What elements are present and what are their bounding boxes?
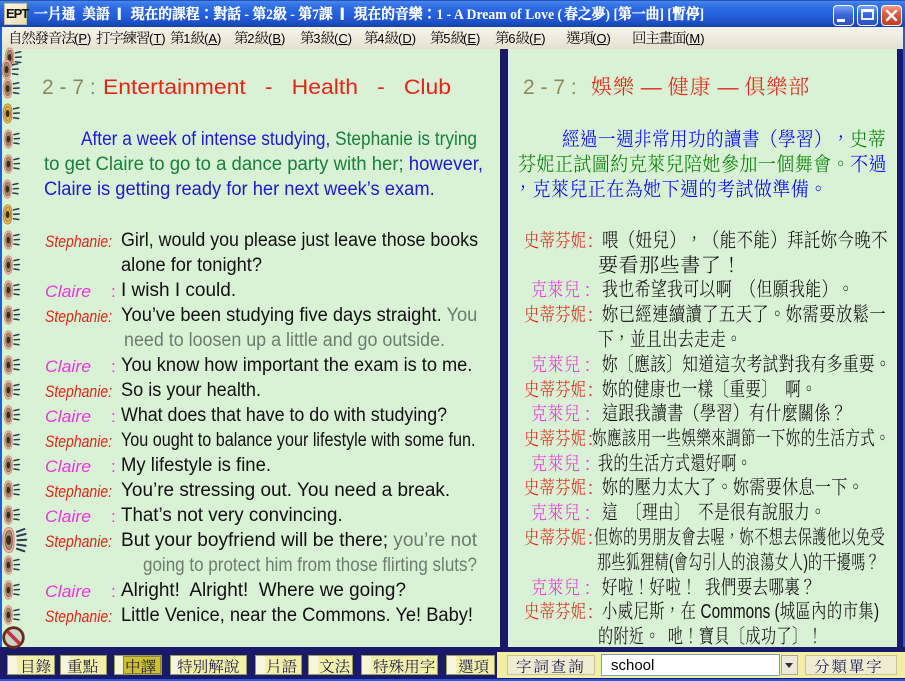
- svg-text:): ): [803, 550, 808, 573]
- svg-text:1: 1: [183, 31, 190, 46]
- svg-text:—: —: [718, 76, 739, 99]
- svg-text:6: 6: [508, 31, 515, 46]
- svg-text:5: 5: [443, 31, 450, 46]
- svg-text:7: 7: [312, 6, 319, 23]
- svg-text:2: 2: [266, 6, 273, 23]
- svg-text:—: —: [641, 76, 662, 99]
- svg-text:3: 3: [313, 31, 320, 46]
- svg-text:-: -: [244, 6, 249, 23]
- svg-text:4: 4: [377, 31, 384, 46]
- svg-text:] [: ] [: [659, 6, 672, 23]
- svg-text:1 - A Dream of Love (: 1 - A Dream of Love (: [436, 6, 562, 23]
- svg-text:]: ]: [700, 6, 705, 23]
- svg-text:): ): [874, 600, 879, 622]
- svg-text:Commons (: Commons (: [701, 600, 780, 622]
- svg-text:2: 2: [247, 31, 254, 46]
- svg-text:-: -: [290, 6, 295, 23]
- svg-text:) [: ) [: [605, 6, 618, 23]
- svg-text:(: (: [669, 550, 674, 573]
